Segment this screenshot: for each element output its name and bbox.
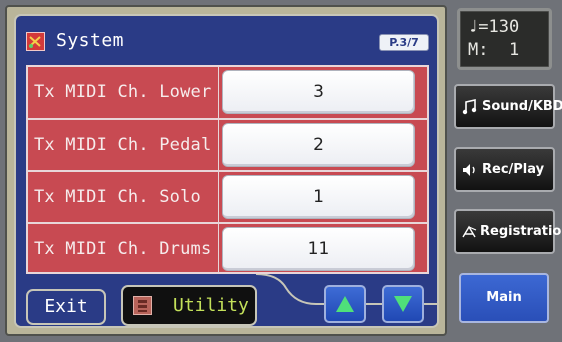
system-icon	[26, 32, 45, 51]
exit-button[interactable]: Exit	[26, 289, 106, 325]
page-indicator: P.3/7	[379, 34, 429, 51]
main-button[interactable]: Main	[459, 273, 549, 323]
speaker-icon	[463, 164, 475, 176]
row-label: Tx MIDI Ch. Drums	[34, 239, 212, 259]
sound-kbd-button[interactable]: Sound/KBD	[454, 84, 562, 129]
row-label: Tx MIDI Ch. Lower	[34, 82, 212, 102]
system-screen: System P.3/7 Tx MIDI Ch. Lower 3 Tx MIDI…	[14, 14, 439, 328]
measure-value: M: 1	[468, 40, 520, 60]
divider	[218, 172, 219, 224]
page-title: System	[56, 30, 125, 51]
sound-kbd-label: Sound/KBD	[482, 99, 562, 114]
table-row: Tx MIDI Ch. Pedal 2	[28, 120, 427, 172]
table-row: Tx MIDI Ch. Drums 11	[28, 224, 427, 276]
lcd-panel: System P.3/7 Tx MIDI Ch. Lower 3 Tx MIDI…	[5, 5, 447, 336]
table-row: Tx MIDI Ch. Solo 1	[28, 172, 427, 224]
value-button[interactable]: 11	[222, 227, 415, 271]
registration-button[interactable]: Registration	[454, 209, 562, 254]
tempo-display: ♩=130 M: 1	[457, 8, 552, 70]
divider	[218, 120, 219, 172]
utility-button[interactable]: Utility	[121, 285, 257, 326]
scroll-up-button[interactable]	[324, 285, 366, 323]
value-button[interactable]: 1	[222, 175, 415, 219]
registration-icon	[462, 225, 477, 238]
header: System P.3/7	[16, 16, 437, 58]
tempo-value: ♩=130	[468, 17, 520, 37]
settings-table: Tx MIDI Ch. Lower 3 Tx MIDI Ch. Pedal 2 …	[26, 65, 429, 276]
utility-label: Utility	[173, 295, 249, 316]
scroll-down-button[interactable]	[382, 285, 424, 323]
divider	[218, 67, 219, 119]
rec-play-button[interactable]: Rec/Play	[454, 147, 555, 192]
up-arrow-icon	[336, 296, 354, 312]
utility-icon	[133, 296, 152, 315]
table-row: Tx MIDI Ch. Lower 3	[28, 67, 427, 119]
divider	[218, 224, 219, 276]
value-button[interactable]: 3	[222, 70, 415, 114]
registration-label: Registration	[480, 224, 562, 239]
row-label: Tx MIDI Ch. Solo	[34, 187, 201, 207]
row-label: Tx MIDI Ch. Pedal	[34, 135, 212, 155]
down-arrow-icon	[394, 296, 412, 312]
music-note-icon	[462, 99, 477, 115]
value-button[interactable]: 2	[222, 123, 415, 167]
rec-play-label: Rec/Play	[482, 162, 545, 177]
